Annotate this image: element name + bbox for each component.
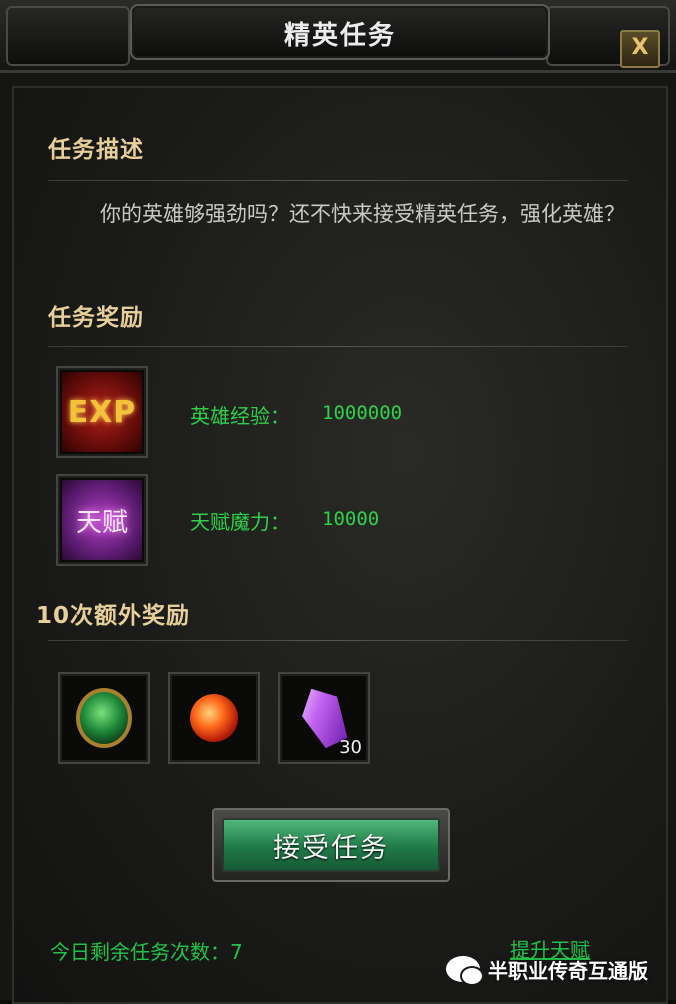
header-ornament-left bbox=[6, 6, 130, 66]
divider bbox=[48, 180, 628, 181]
green-gem-amulet-icon bbox=[76, 688, 132, 748]
fire-orb-icon bbox=[190, 694, 238, 742]
bonus-item-slot[interactable] bbox=[168, 672, 260, 764]
divider bbox=[48, 640, 628, 641]
remaining-quests-text: 今日剩余任务次数：7 bbox=[50, 940, 243, 964]
accept-quest-button[interactable]: 接受任务 bbox=[212, 808, 450, 882]
watermark: 半职业传奇互通版 bbox=[446, 950, 672, 988]
talent-reward-label: 天赋魔力： bbox=[190, 510, 290, 534]
talent-reward-value: 10000 bbox=[322, 508, 380, 530]
window-title: 精英任务 bbox=[283, 21, 396, 51]
talent-reward-slot[interactable]: 天赋 bbox=[56, 474, 148, 566]
exp-reward-value: 1000000 bbox=[322, 402, 403, 424]
close-button[interactable]: X bbox=[620, 30, 660, 68]
bonus-item-slot[interactable] bbox=[58, 672, 150, 764]
bonus-heading: 10次额外奖励 bbox=[36, 603, 191, 629]
bonus-item-slot[interactable]: 30 bbox=[278, 672, 370, 764]
exp-reward-label: 英雄经验： bbox=[190, 404, 290, 428]
divider bbox=[48, 346, 628, 347]
title-plate: 精英任务 bbox=[130, 4, 550, 60]
quest-window: 精英任务 X 任务描述 你的英雄够强劲吗？还不快来接受精英任务，强化英雄？ 任务… bbox=[0, 0, 676, 1004]
accept-quest-label: 接受任务 bbox=[222, 818, 440, 872]
talent-icon: 天赋 bbox=[62, 480, 142, 560]
exp-reward-slot[interactable]: EXP bbox=[56, 366, 148, 458]
wechat-logo-icon bbox=[446, 956, 484, 986]
item-count: 30 bbox=[339, 737, 362, 758]
description-text: 你的英雄够强劲吗？还不快来接受精英任务，强化英雄？ bbox=[100, 202, 625, 226]
watermark-text: 半职业传奇互通版 bbox=[488, 958, 648, 983]
description-heading: 任务描述 bbox=[48, 137, 144, 163]
window-header: 精英任务 X bbox=[0, 0, 676, 73]
exp-icon: EXP bbox=[62, 372, 142, 452]
rewards-heading: 任务奖励 bbox=[48, 305, 144, 331]
